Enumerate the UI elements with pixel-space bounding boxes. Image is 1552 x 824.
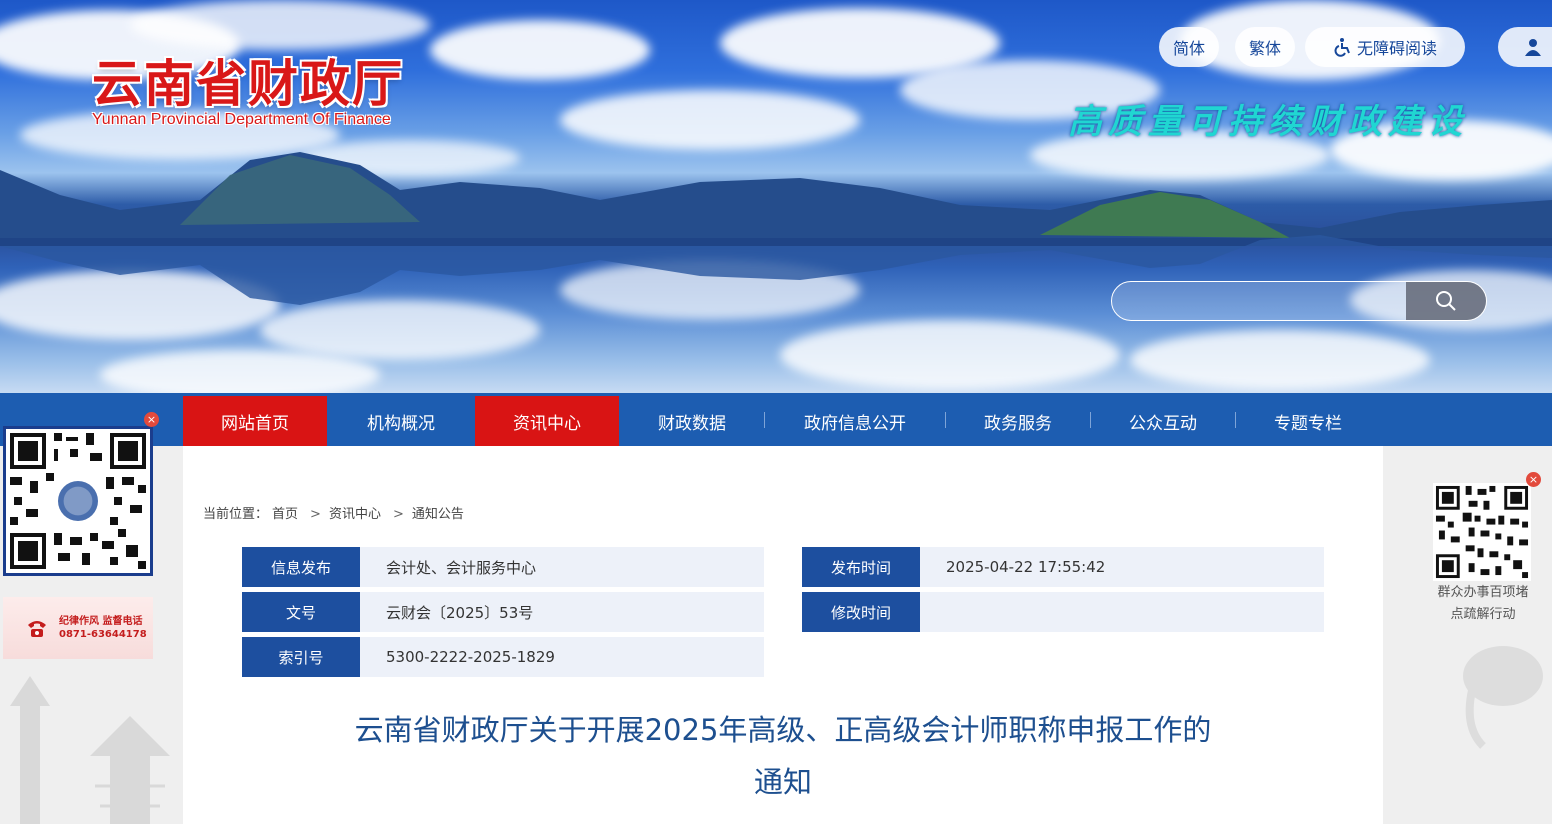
simplified-chinese-button[interactable]: 简体	[1159, 27, 1219, 67]
breadcrumb-news[interactable]: 资讯中心	[329, 507, 381, 522]
qr-code-image	[1433, 483, 1531, 581]
main-nav: 网站首页 机构概况 资讯中心 财政数据 政府信息公开 政务服务 公众互动 专题专…	[0, 393, 1552, 446]
search-icon	[1436, 291, 1456, 311]
accessibility-label: 无障碍阅读	[1356, 39, 1437, 58]
service-qr-code[interactable]	[1433, 483, 1531, 581]
meta-modify-time-row: 修改时间	[802, 592, 1324, 632]
nav-item-home[interactable]: 网站首页	[183, 396, 327, 446]
search-box	[1111, 281, 1487, 321]
hotline-banner[interactable]: 纪律作风 监督电话 0871-63644178	[3, 597, 153, 659]
publish-time-value: 2025-04-22 17:55:42	[920, 547, 1324, 587]
header-banner: 云南省财政厅 Yunnan Provincial Department Of F…	[0, 0, 1552, 393]
doc-no-value: 云财会〔2025〕53号	[360, 592, 764, 632]
caption-line-2: 点疏解行动	[1450, 607, 1516, 622]
breadcrumb-home[interactable]: 首页	[272, 507, 298, 522]
breadcrumb-separator: >	[392, 507, 404, 522]
wheelchair-icon	[1334, 38, 1350, 57]
qr-code-image	[6, 429, 150, 573]
nav-item-services[interactable]: 政务服务	[946, 396, 1090, 446]
meta-publish-time-row: 发布时间 2025-04-22 17:55:42	[802, 547, 1324, 587]
user-login-button[interactable]	[1498, 27, 1552, 67]
publish-time-label: 发布时间	[802, 547, 920, 587]
meta-docno-row: 文号 云财会〔2025〕53号	[242, 592, 764, 632]
publisher-value: 会计处、会计服务中心	[360, 547, 764, 587]
doc-no-label: 文号	[242, 592, 360, 632]
close-qr-button[interactable]: ×	[144, 412, 159, 427]
modify-time-label: 修改时间	[802, 592, 920, 632]
nav-item-about[interactable]: 机构概况	[329, 396, 473, 446]
hotline-label: 纪律作风 监督电话	[59, 616, 143, 627]
article-content: 当前位置： 首页 > 资讯中心 > 通知公告 信息发布 会计处、会计服务中心 文号 云财会…	[183, 446, 1383, 824]
index-value: 5300-2222-2025-1829	[360, 637, 764, 677]
wechat-qr-code[interactable]	[3, 426, 153, 576]
article-title: 云南省财政厅关于开展2025年高级、正高级会计师职称申报工作的 通知	[323, 704, 1243, 808]
breadcrumb-notices[interactable]: 通知公告	[412, 507, 464, 522]
nav-item-finance-data[interactable]: 财政数据	[620, 396, 764, 446]
elephant-illustration	[1463, 646, 1543, 749]
article-title-line-1: 云南省财政厅关于开展2025年高级、正高级会计师职称申报工作的	[354, 713, 1212, 747]
modify-time-value	[920, 592, 1324, 632]
breadcrumb-separator: >	[310, 507, 321, 522]
breadcrumb: 当前位置： 首页 > 资讯中心 > 通知公告	[203, 503, 468, 522]
nav-item-news[interactable]: 资讯中心	[475, 396, 619, 446]
nav-item-topics[interactable]: 专题专栏	[1236, 396, 1380, 446]
search-button[interactable]	[1406, 282, 1486, 320]
pagoda-illustration	[10, 676, 170, 824]
caption-line-1: 群众办事百项堵	[1437, 585, 1529, 600]
telephone-icon	[28, 621, 46, 637]
site-subtitle: Yunnan Provincial Department Of Finance	[92, 111, 391, 128]
search-input[interactable]	[1112, 282, 1406, 320]
index-label: 索引号	[242, 637, 360, 677]
meta-index-row: 索引号 5300-2222-2025-1829	[242, 637, 764, 677]
hotline-number: 0871-63644178	[59, 629, 147, 640]
meta-publisher-row: 信息发布 会计处、会计服务中心	[242, 547, 764, 587]
site-title[interactable]: 云南省财政厅	[92, 44, 404, 116]
nav-item-interaction[interactable]: 公众互动	[1091, 396, 1235, 446]
close-service-qr-button[interactable]: ×	[1526, 472, 1541, 487]
traditional-chinese-button[interactable]: 繁体	[1235, 27, 1295, 67]
publisher-label: 信息发布	[242, 547, 360, 587]
slogan: 高质量可持续财政建设	[1068, 102, 1468, 142]
accessibility-reading-button[interactable]: 无障碍阅读	[1305, 27, 1465, 67]
breadcrumb-prefix: 当前位置：	[203, 507, 269, 522]
article-title-line-2: 通知	[753, 765, 812, 799]
nav-item-gov-info[interactable]: 政府信息公开	[765, 396, 945, 446]
service-qr-caption[interactable]: 群众办事百项堵 点疏解行动	[1422, 582, 1544, 626]
user-icon	[1525, 39, 1541, 56]
